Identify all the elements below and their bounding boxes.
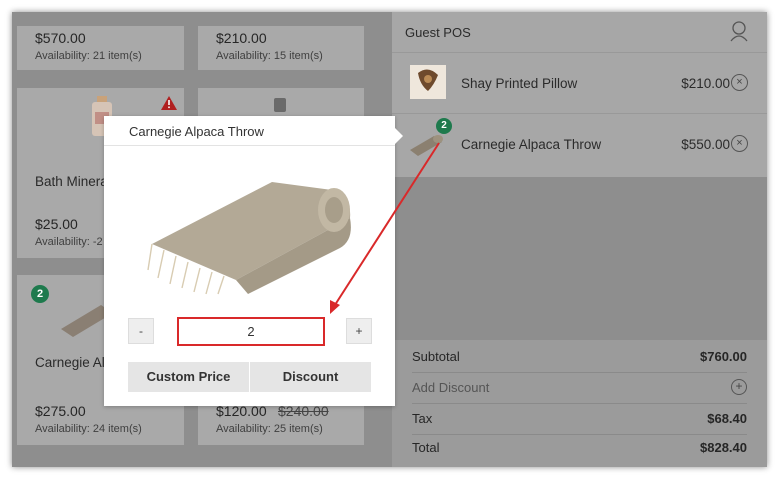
tax-label: Tax [412, 411, 433, 426]
add-discount-label[interactable]: Add Discount [412, 380, 489, 395]
product-name: Carnegie Alp [35, 355, 113, 370]
total-row: Total $828.40 [412, 433, 747, 463]
warning-icon [161, 96, 177, 110]
cart-item[interactable]: 2 Carnegie Alpaca Throw $550.00 × [392, 114, 767, 174]
product-jar-image [274, 98, 286, 112]
quantity-badge: 2 [436, 118, 452, 134]
tax-row: Tax $68.40 [412, 404, 747, 435]
quantity-input[interactable]: 2 [177, 317, 325, 346]
quantity-modal: Carnegie Alpaca Throw - 2 + Custom Price… [104, 116, 395, 406]
product-card[interactable]: $210.00 Availability: 15 item(s) [198, 26, 364, 70]
remove-item-icon[interactable]: × [731, 135, 748, 152]
subtotal-label: Subtotal [412, 349, 460, 364]
remove-item-icon[interactable]: × [731, 74, 748, 91]
cart-summary: Subtotal $760.00 Add Discount + Tax $68.… [392, 340, 767, 467]
cart-item-name: Shay Printed Pillow [461, 76, 578, 91]
product-price: $275.00 [35, 403, 86, 419]
pillow-thumbnail [410, 65, 446, 99]
custom-price-button[interactable]: Custom Price [128, 362, 249, 392]
cart-header: Guest POS [392, 12, 767, 53]
cart-title: Guest POS [405, 25, 471, 40]
product-price: $210.00 [216, 30, 267, 46]
cart-item[interactable]: Shay Printed Pillow $210.00 × [392, 53, 767, 114]
product-availability: Availability: 24 item(s) [35, 423, 142, 435]
cart-item-price: $210.00 [681, 76, 730, 91]
increase-quantity-button[interactable]: + [346, 318, 372, 344]
modal-divider [104, 145, 395, 146]
discount-button[interactable]: Discount [250, 362, 371, 392]
alpaca-throw-image [147, 182, 351, 295]
subtotal-row: Subtotal $760.00 [412, 342, 747, 373]
customer-icon[interactable] [728, 20, 750, 42]
cart-item-price: $550.00 [681, 137, 730, 152]
product-price: $25.00 [35, 216, 78, 232]
product-availability: Availability: 15 item(s) [216, 50, 323, 62]
quantity-badge: 2 [31, 285, 49, 303]
product-availability: Availability: 21 item(s) [35, 50, 142, 62]
subtotal-value: $760.00 [700, 349, 747, 364]
modal-pointer [395, 128, 403, 144]
tax-value: $68.40 [707, 411, 747, 426]
product-availability: Availability: 25 item(s) [216, 423, 323, 435]
decrease-quantity-button[interactable]: - [128, 318, 154, 344]
add-discount-row[interactable]: Add Discount + [412, 373, 747, 404]
add-discount-icon[interactable]: + [731, 379, 747, 395]
cart-panel: Guest POS Shay Printed Pillow $210.00 × … [392, 12, 767, 467]
total-label: Total [412, 440, 440, 455]
product-name: Bath Minera [35, 174, 108, 189]
product-availability: Availability: -2 [35, 236, 103, 248]
cart-item-name: Carnegie Alpaca Throw [461, 137, 602, 152]
modal-title: Carnegie Alpaca Throw [129, 124, 264, 139]
product-price: $570.00 [35, 30, 86, 46]
product-card[interactable]: $570.00 Availability: 21 item(s) [17, 26, 184, 70]
total-value: $828.40 [700, 440, 747, 455]
